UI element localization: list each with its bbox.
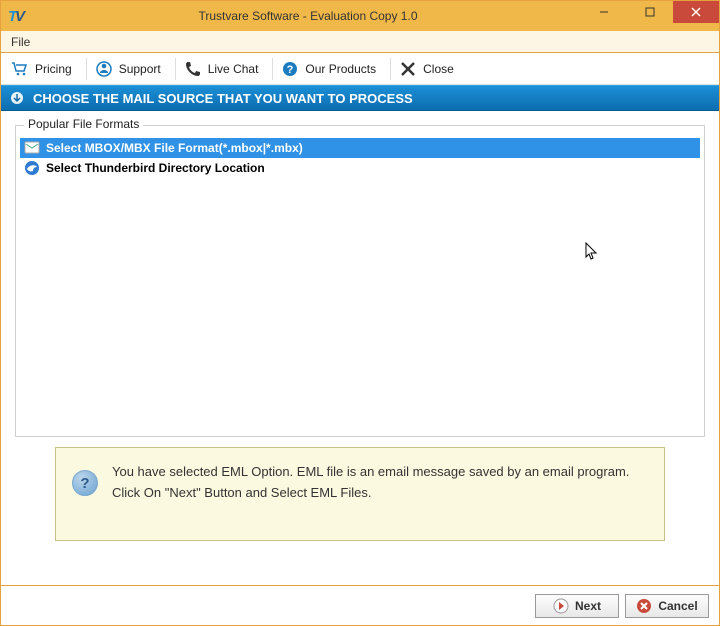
cart-icon: [9, 58, 31, 80]
section-header: CHOOSE THE MAIL SOURCE THAT YOU WANT TO …: [1, 85, 719, 111]
file-format-list: Select MBOX/MBX File Format(*.mbox|*.mbx…: [20, 138, 700, 178]
cancel-label: Cancel: [658, 599, 697, 613]
thunderbird-icon: [24, 160, 40, 176]
section-header-text: CHOOSE THE MAIL SOURCE THAT YOU WANT TO …: [33, 91, 413, 106]
next-label: Next: [575, 599, 601, 613]
phone-icon: [182, 58, 204, 80]
separator: [390, 58, 391, 80]
pricing-button[interactable]: Pricing: [5, 55, 82, 83]
app-logo-icon: T V: [7, 5, 29, 27]
cancel-button[interactable]: Cancel: [625, 594, 709, 618]
mail-file-icon: [24, 140, 40, 156]
svg-text:?: ?: [287, 64, 294, 76]
next-icon: [553, 598, 569, 614]
close-window-button[interactable]: [673, 1, 719, 23]
group-legend: Popular File Formats: [24, 117, 143, 131]
info-panel: ? You have selected EML Option. EML file…: [55, 447, 665, 541]
livechat-label: Live Chat: [208, 62, 259, 76]
close-button[interactable]: Close: [393, 55, 464, 83]
menubar: File: [1, 31, 719, 53]
arrow-down-icon: [9, 90, 25, 106]
pricing-label: Pricing: [35, 62, 72, 76]
question-icon: ?: [279, 58, 301, 80]
products-button[interactable]: ? Our Products: [275, 55, 386, 83]
file-formats-group: Popular File Formats Select MBOX/MBX Fil…: [15, 125, 705, 437]
svg-text:V: V: [15, 8, 27, 25]
separator: [175, 58, 176, 80]
minimize-button[interactable]: [581, 1, 627, 23]
support-icon: [93, 58, 115, 80]
list-item-mbox[interactable]: Select MBOX/MBX File Format(*.mbox|*.mbx…: [20, 138, 700, 158]
support-label: Support: [119, 62, 161, 76]
list-item-label: Select MBOX/MBX File Format(*.mbox|*.mbx…: [46, 141, 303, 155]
app-window: T V Trustvare Software - Evaluation Copy…: [0, 0, 720, 626]
file-menu[interactable]: File: [1, 35, 40, 49]
next-button[interactable]: Next: [535, 594, 619, 618]
window-title: Trustvare Software - Evaluation Copy 1.0: [35, 9, 581, 23]
products-label: Our Products: [305, 62, 376, 76]
livechat-button[interactable]: Live Chat: [178, 55, 269, 83]
close-label: Close: [423, 62, 454, 76]
titlebar[interactable]: T V Trustvare Software - Evaluation Copy…: [1, 1, 719, 31]
separator: [86, 58, 87, 80]
list-item-label: Select Thunderbird Directory Location: [46, 161, 265, 175]
close-icon: [397, 58, 419, 80]
maximize-button[interactable]: [627, 1, 673, 23]
separator: [272, 58, 273, 80]
info-text: You have selected EML Option. EML file i…: [112, 462, 642, 504]
main-content: Popular File Formats Select MBOX/MBX Fil…: [1, 111, 719, 585]
toolbar: Pricing Support Live Chat ? Our Products: [1, 53, 719, 85]
footer: Next Cancel: [1, 585, 719, 625]
cancel-icon: [636, 598, 652, 614]
list-item-thunderbird[interactable]: Select Thunderbird Directory Location: [20, 158, 700, 178]
support-button[interactable]: Support: [89, 55, 171, 83]
info-icon: ?: [72, 470, 98, 496]
